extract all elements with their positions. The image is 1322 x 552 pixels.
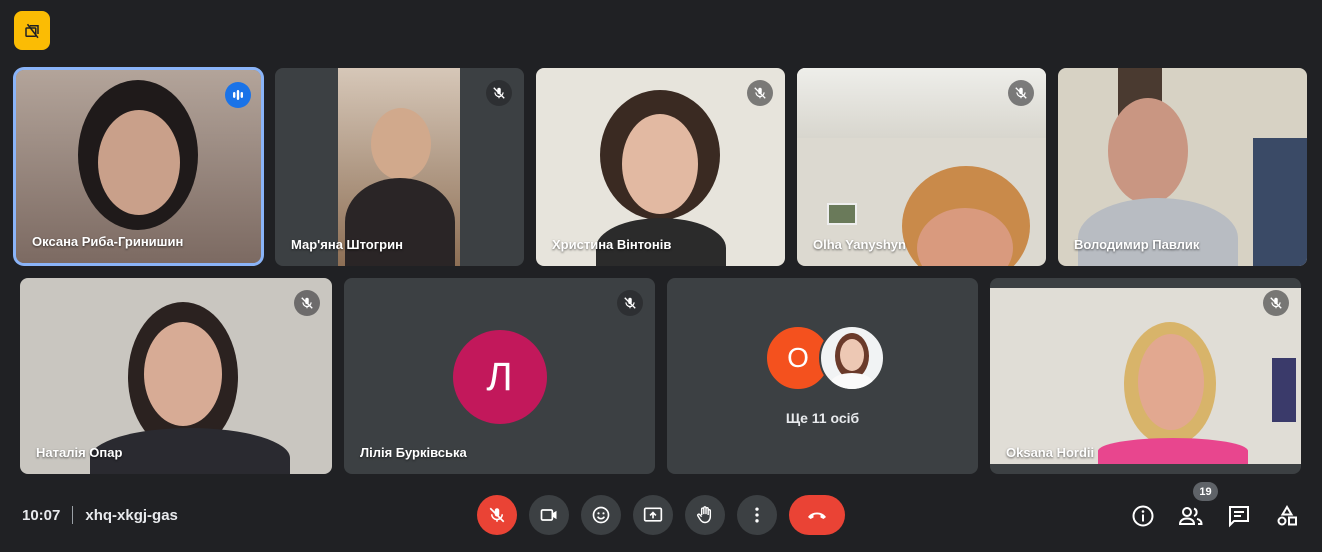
participant-name: Оксана Риба-Гринишин xyxy=(32,234,184,249)
participant-name: Наталія Опар xyxy=(36,445,123,460)
participant-body xyxy=(345,178,455,266)
chat-button[interactable] xyxy=(1225,502,1253,530)
participant-tile[interactable]: Христина Вінтонів xyxy=(536,68,785,266)
info-icon xyxy=(1132,505,1154,527)
participant-face xyxy=(622,114,698,214)
people-button[interactable] xyxy=(1177,502,1205,530)
more-options-button[interactable] xyxy=(737,495,777,535)
mic-off-icon xyxy=(489,507,505,523)
people-count-badge: 19 xyxy=(1193,482,1218,501)
mic-off-icon xyxy=(624,297,636,309)
present-icon xyxy=(643,507,663,522)
participant-body xyxy=(1098,438,1248,464)
participant-avatar: Л xyxy=(452,330,547,424)
participant-tile[interactable]: Володимир Павлик xyxy=(1058,68,1307,266)
no-recording-icon xyxy=(25,23,39,38)
mic-off-indicator xyxy=(1008,80,1034,106)
participant-avatar-photo xyxy=(819,325,885,391)
more-options-icon xyxy=(755,507,759,523)
divider xyxy=(72,506,74,524)
participant-tile[interactable]: Oksana Hordii xyxy=(990,278,1301,474)
no-recording-badge[interactable] xyxy=(14,11,50,50)
participant-face xyxy=(98,110,180,215)
participant-name: Лілія Бурківська xyxy=(360,445,467,460)
mic-off-icon xyxy=(754,87,766,99)
participant-face xyxy=(144,322,222,426)
participant-tile[interactable]: Мар'яна Штогрин xyxy=(275,68,524,266)
meeting-info: 10:07 xhq-xkgj-gas xyxy=(22,505,178,525)
participant-tile[interactable]: Оксана Риба-Гринишин xyxy=(16,70,261,263)
participant-face xyxy=(1108,98,1188,204)
mic-off-icon xyxy=(1015,87,1027,99)
clock: 10:07 xyxy=(22,506,61,524)
leave-call-button[interactable] xyxy=(789,495,845,535)
mic-off-indicator xyxy=(1263,290,1289,316)
participant-name: Olha Yanyshyn xyxy=(813,237,906,252)
emoji-button[interactable] xyxy=(581,495,621,535)
participant-name: Володимир Павлик xyxy=(1074,237,1200,252)
people-icon xyxy=(1178,507,1203,525)
mic-off-indicator xyxy=(747,80,773,106)
mic-off-icon xyxy=(301,297,313,309)
participant-tile[interactable]: Наталія Опар xyxy=(20,278,332,474)
raise-hand-icon xyxy=(697,506,712,524)
hang-up-icon xyxy=(808,512,826,519)
participant-name: Христина Вінтонів xyxy=(552,237,672,252)
participant-tile[interactable]: Olha Yanyshyn xyxy=(797,68,1046,266)
emoji-icon xyxy=(592,506,610,524)
more-participants-label: Ще 11 осіб xyxy=(785,410,860,426)
activities-button[interactable] xyxy=(1273,502,1301,530)
mic-toggle-button[interactable] xyxy=(477,495,517,535)
camera-icon xyxy=(540,509,557,521)
camera-toggle-button[interactable] xyxy=(529,495,569,535)
mic-off-icon xyxy=(493,87,505,99)
participant-face xyxy=(371,108,431,180)
participant-face xyxy=(1138,334,1204,430)
participant-body xyxy=(1078,198,1238,266)
mic-off-indicator xyxy=(486,80,512,106)
participant-name: Мар'яна Штогрин xyxy=(291,237,403,252)
present-button[interactable] xyxy=(633,495,673,535)
participant-name: Oksana Hordii xyxy=(1006,445,1095,460)
meeting-details-button[interactable] xyxy=(1129,502,1157,530)
participant-tile[interactable]: Л Лілія Бурківська xyxy=(344,278,655,474)
mic-off-indicator xyxy=(617,290,643,316)
chat-icon xyxy=(1229,506,1249,528)
mic-off-indicator xyxy=(294,290,320,316)
raise-hand-button[interactable] xyxy=(685,495,725,535)
activities-icon xyxy=(1277,505,1297,526)
more-participants-tile[interactable]: O Ще 11 осіб xyxy=(667,278,978,474)
mic-off-icon xyxy=(1270,297,1282,309)
meeting-code: xhq-xkgj-gas xyxy=(85,506,178,524)
speaking-icon xyxy=(233,90,243,100)
speaking-indicator xyxy=(225,82,251,108)
